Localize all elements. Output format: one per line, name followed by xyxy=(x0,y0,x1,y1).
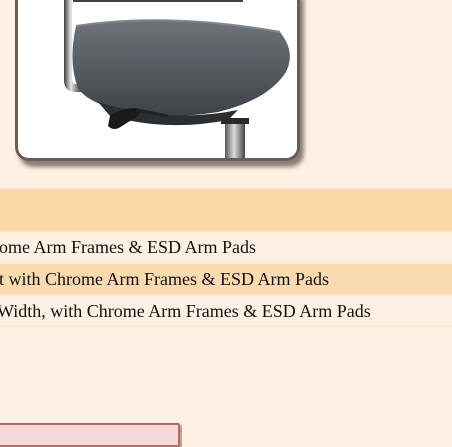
table-row: t with Chrome Arm Frames & ESD Arm Pads xyxy=(0,264,452,295)
row-1-text: ome Arm Frames & ESD Arm Pads xyxy=(0,237,256,257)
table-header-bar xyxy=(0,188,452,232)
action-button[interactable] xyxy=(0,423,180,447)
chair-image xyxy=(18,0,297,158)
product-photo xyxy=(15,0,300,161)
table-row: ome Arm Frames & ESD Arm Pads xyxy=(0,232,452,263)
table-row: Width, with Chrome Arm Frames & ESD Arm … xyxy=(0,296,452,327)
row-2-text: t with Chrome Arm Frames & ESD Arm Pads xyxy=(0,269,329,289)
row-3-text: Width, with Chrome Arm Frames & ESD Arm … xyxy=(0,301,371,321)
table-row-empty xyxy=(0,328,452,348)
